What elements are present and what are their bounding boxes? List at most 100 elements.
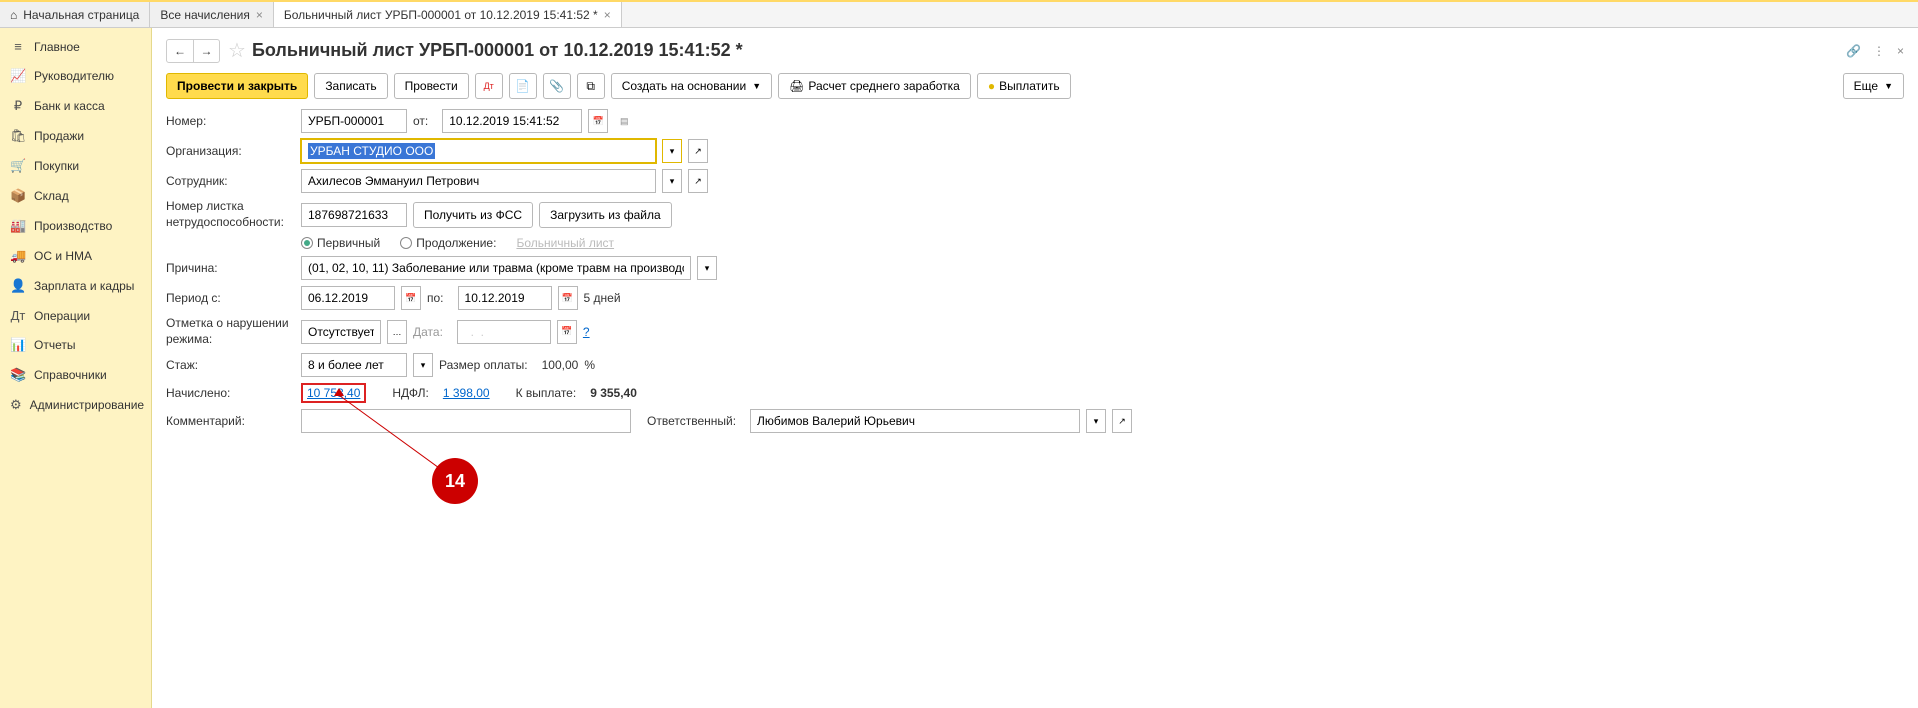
seniority-select[interactable] <box>301 353 407 377</box>
tab-sick-leave[interactable]: Больничный лист УРБП-000001 от 10.12.201… <box>274 2 622 27</box>
sidebar-item-os-nma[interactable]: 🚚ОС и НМА <box>0 241 151 271</box>
open-icon[interactable]: ↗ <box>688 139 708 163</box>
calendar-icon[interactable]: 📅 <box>588 109 608 133</box>
dtkt-button[interactable]: Дт <box>475 73 503 99</box>
forward-button[interactable]: → <box>193 40 219 62</box>
calendar-icon[interactable]: 📅 <box>557 320 577 344</box>
copy-button[interactable]: ⧉ <box>577 73 605 99</box>
open-icon[interactable]: ↗ <box>1112 409 1132 433</box>
period-label: Период с: <box>166 291 301 305</box>
person-icon: 👤 <box>10 278 26 294</box>
cart-icon: 🛒 <box>10 158 26 174</box>
dropdown-icon[interactable]: ▾ <box>1086 409 1106 433</box>
dropdown-icon[interactable]: ▾ <box>662 139 682 163</box>
org-label: Организация: <box>166 144 301 158</box>
sidebar-item-bank[interactable]: ₽Банк и касса <box>0 91 151 121</box>
back-button[interactable]: ← <box>167 40 193 62</box>
tabs-bar: ⌂ Начальная страница Все начисления × Бо… <box>0 0 1918 28</box>
favorite-star-icon[interactable]: ☆ <box>228 38 246 63</box>
get-from-fss-button[interactable]: Получить из ФСС <box>413 202 533 228</box>
box-icon: 📦 <box>10 188 26 204</box>
sidebar-item-admin[interactable]: ⚙Администрирование <box>0 390 151 420</box>
create-based-on-button[interactable]: Создать на основании▼ <box>611 73 772 99</box>
employee-label: Сотрудник: <box>166 174 301 188</box>
home-icon: ⌂ <box>10 8 17 22</box>
radio-primary[interactable]: Первичный <box>301 236 380 250</box>
sidebar-label: ОС и НМА <box>34 249 92 263</box>
comment-input[interactable] <box>301 409 631 433</box>
write-button[interactable]: Записать <box>314 73 387 99</box>
kebab-icon[interactable]: ⋮ <box>1873 44 1885 58</box>
pay-size-value: 100,00 <box>542 358 579 372</box>
close-icon[interactable]: × <box>256 8 263 22</box>
responsible-input[interactable] <box>750 409 1080 433</box>
sheet-number-input[interactable] <box>301 203 407 227</box>
period-from-input[interactable] <box>301 286 395 310</box>
bars-icon: 📊 <box>10 337 26 353</box>
sidebar-item-warehouse[interactable]: 📦Склад <box>0 181 151 211</box>
sidebar-label: Производство <box>34 219 112 233</box>
calc-average-button[interactable]: 🖨Расчет среднего заработка <box>778 73 971 99</box>
attach-button[interactable]: 📎 <box>543 73 571 99</box>
sidebar-label: Администрирование <box>30 398 144 412</box>
sick-leave-link[interactable]: Больничный лист <box>516 236 614 250</box>
sidebar-label: Продажи <box>34 129 84 143</box>
radio-continuation[interactable]: Продолжение: <box>400 236 496 250</box>
sidebar: ≡Главное 📈Руководителю ₽Банк и касса 🛍 Пр… <box>0 28 152 708</box>
sidebar-label: Справочники <box>34 368 107 382</box>
list-icon[interactable]: ▤ <box>614 109 634 133</box>
load-from-file-button[interactable]: Загрузить из файла <box>539 202 672 228</box>
tab-home[interactable]: ⌂ Начальная страница <box>0 2 150 27</box>
accrued-label: Начислено: <box>166 386 301 400</box>
dropdown-icon[interactable]: ▾ <box>662 169 682 193</box>
tab-accruals[interactable]: Все начисления × <box>150 2 274 27</box>
sidebar-item-main[interactable]: ≡Главное <box>0 32 151 61</box>
close-icon[interactable]: × <box>604 8 611 22</box>
bag-icon: 🛍 <box>10 128 26 144</box>
violation-input[interactable] <box>301 320 381 344</box>
calendar-icon[interactable]: 📅 <box>558 286 578 310</box>
post-button[interactable]: Провести <box>394 73 469 99</box>
sidebar-item-production[interactable]: 🏭Производство <box>0 211 151 241</box>
print-icon: 🖨 <box>789 79 804 93</box>
document-button[interactable]: 📄 <box>509 73 537 99</box>
number-input[interactable] <box>301 109 407 133</box>
more-button[interactable]: Еще▼ <box>1843 73 1904 99</box>
open-icon[interactable]: ↗ <box>688 169 708 193</box>
pay-button[interactable]: ●Выплатить <box>977 73 1071 99</box>
sidebar-label: Покупки <box>34 159 79 173</box>
calendar-icon[interactable]: 📅 <box>401 286 421 310</box>
reason-select[interactable] <box>301 256 691 280</box>
violation-date-input[interactable] <box>457 320 551 344</box>
dropdown-icon[interactable]: ▾ <box>413 353 433 377</box>
violation-label: Отметка о нарушении режима: <box>166 316 301 347</box>
link-icon[interactable]: 🔗 <box>1846 44 1861 58</box>
sidebar-item-operations[interactable]: ДтОперации <box>0 301 151 330</box>
sidebar-item-manager[interactable]: 📈Руководителю <box>0 61 151 91</box>
to-pay-value: 9 355,40 <box>590 386 637 400</box>
sidebar-item-sales[interactable]: 🛍 Продажи <box>0 121 151 151</box>
sidebar-label: Зарплата и кадры <box>34 279 134 293</box>
responsible-label: Ответственный: <box>647 414 744 428</box>
tab-label: Больничный лист УРБП-000001 от 10.12.201… <box>284 8 598 22</box>
dropdown-icon[interactable]: ▾ <box>697 256 717 280</box>
page-title: Больничный лист УРБП-000001 от 10.12.201… <box>252 40 743 61</box>
date-input[interactable] <box>442 109 582 133</box>
violation-date-label: Дата: <box>413 325 451 339</box>
help-link[interactable]: ? <box>583 325 590 339</box>
employee-input[interactable] <box>301 169 656 193</box>
organization-input[interactable]: УРБАН СТУДИО ООО <box>301 139 656 163</box>
post-and-close-button[interactable]: Провести и закрыть <box>166 73 308 99</box>
ndfl-link[interactable]: 1 398,00 <box>443 386 490 400</box>
radio-on-icon <box>301 237 313 249</box>
sidebar-item-purchases[interactable]: 🛒 Покупки <box>0 151 151 181</box>
sheet-label: Номер листка нетрудоспособности: <box>166 199 301 230</box>
sidebar-item-references[interactable]: 📚Справочники <box>0 360 151 390</box>
close-page-icon[interactable]: × <box>1897 44 1904 58</box>
number-label: Номер: <box>166 114 301 128</box>
period-to-label: по: <box>427 291 452 305</box>
period-to-input[interactable] <box>458 286 552 310</box>
sidebar-item-reports[interactable]: 📊Отчеты <box>0 330 151 360</box>
sidebar-item-salary[interactable]: 👤 Зарплата и кадры <box>0 271 151 301</box>
ellipsis-icon[interactable]: … <box>387 320 407 344</box>
